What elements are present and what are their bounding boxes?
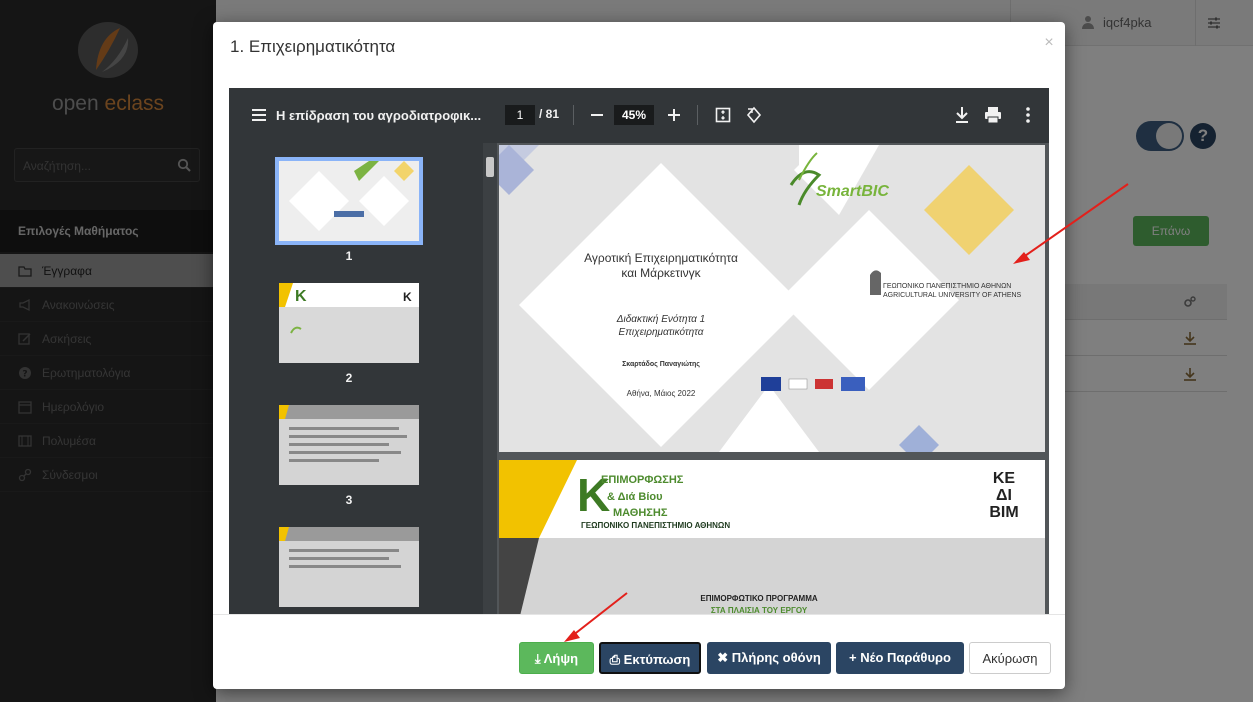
pdf-document-title: Η επίδραση του αγροδιατροφικ... [276,108,482,123]
program-title: ΕΠΙΜΟΡΦΩΤΙΚΟ ΠΡΟΓΡΑΜΜΑ [700,594,818,603]
cancel-button[interactable]: Ακύρωση [969,642,1051,674]
thumbnail-scrollbar[interactable] [483,143,497,614]
thumbnail-preview: K K [279,283,419,363]
zoom-level-input[interactable]: 45% [614,105,654,125]
slide-title: Αγροτική Επιχειρηματικότητα και Μάρκετιν… [551,251,771,281]
slide-title-line: και Μάρκετινγκ [621,266,701,280]
thumbnail-page-1[interactable] [275,157,423,245]
thumbnail-number: 2 [345,371,353,385]
cancel-button-label: Ακύρωση [982,651,1038,666]
slide-subtitle-line: Διδακτική Ενότητα 1 [616,314,706,325]
thumbnail-preview [279,161,419,241]
download-button-label: Λήψη [543,651,579,666]
university-name-english: AGRICULTURAL UNIVERSITY OF ATHENS [883,292,1022,299]
thumbnail-page-3[interactable] [279,405,419,485]
close-button[interactable]: × [1041,34,1057,52]
scrollbar-handle[interactable] [486,157,494,177]
print-button[interactable]: ⎙ Εκτύπωση [599,642,701,674]
plus-icon: + [848,650,857,665]
menu-icon[interactable] [251,107,267,123]
print-icon[interactable] [984,106,1002,124]
thumbnail-page-2[interactable]: K K [279,283,419,363]
thumbnail-page-4[interactable] [279,527,419,607]
rotate-icon[interactable] [745,106,763,124]
toolbar-divider [697,105,698,125]
pdf-page-2: Κ ΕΠΙΜΟΡΦΩΣΗΣ & Διά Βίου ΜΑΘΗΣΗΣ ΓΕΩΠΟΝΙ… [499,460,1045,614]
kedivim-line: ΕΠΙΜΟΡΦΩΣΗΣ [601,474,684,486]
page-number-input[interactable]: 1 [505,105,535,125]
kedivim-logo-line: ΚΕ [992,470,1016,487]
fullscreen-icon: ✖ [717,650,729,665]
zoom-out-icon[interactable] [590,106,604,124]
slide-author: Σκαρτάδος Παναγιώτης [622,361,700,368]
pdf-toolbar: Η επίδραση του αγροδιατροφικ... 1 / 81 4… [229,88,1049,143]
print-icon: ⎙ [609,652,621,667]
university-name-greek: ΓΕΩΠΟΝΙΚΟ ΠΑΝΕΠΙΣΤΗΜΙΟ ΑΘΗΝΩΝ [883,283,1012,290]
fit-page-icon[interactable] [715,107,731,123]
svg-text:K: K [403,290,412,304]
kedivim-line: ΜΑΘΗΣΗΣ [613,507,668,519]
kedivim-logo-line: ΒΙΜ [989,504,1019,521]
thumbnail-number: 1 [345,249,353,263]
fullscreen-button-label: Πλήρης οθόνη [731,650,821,665]
fullscreen-button[interactable]: ✖ Πλήρης οθόνη [707,642,831,674]
more-options-icon[interactable] [1025,106,1031,124]
kedivim-logo-line: ΔΙ [996,487,1012,504]
thumbnail-sidebar: 1 K K 2 3 [229,143,497,614]
smartbic-brand: SmartBIC [816,183,889,200]
new-window-button-label: Νέο Παράθυρο [860,650,951,665]
print-button-label: Εκτύπωση [623,652,691,667]
kedivim-logo: ΚΕ ΔΙ ΒΙΜ [987,470,1021,521]
svg-text:K: K [295,288,307,305]
kedivim-university: ΓΕΩΠΟΝΙΚΟ ΠΑΝΕΠΙΣΤΗΜΙΟ ΑΘΗΝΩΝ [581,521,731,530]
modal-footer: ⤓ Λήψη ⎙ Εκτύπωση ✖ Πλήρης οθόνη + Νέο Π… [213,614,1065,689]
page-total: / 81 [539,107,560,121]
thumbnail-number: 3 [345,493,353,507]
slide-title-line: Αγροτική Επιχειρηματικότητα [584,251,738,265]
slide-subtitle-line: Επιχειρηματικότητα [618,327,704,338]
pdf-pages-area[interactable]: SmartBIC Αγροτική Επιχειρηματικότητα και… [497,143,1049,614]
thumbnail-preview [279,527,419,607]
thumbnail-preview [279,405,419,485]
download-icon: ⤓ [534,651,541,666]
program-subtitle: ΣΤΑ ΠΛΑΙΣΙΑ ΤΟΥ ΕΡΓΟΥ [710,606,808,614]
download-icon[interactable] [954,106,970,124]
kedivim-line: & Διά Βίου [607,491,663,503]
pdf-page-1: SmartBIC Αγροτική Επιχειρηματικότητα και… [499,145,1045,452]
toolbar-divider [573,105,574,125]
slide-date: Αθήνα, Μάιος 2022 [626,389,696,398]
download-button[interactable]: ⤓ Λήψη [519,642,594,674]
modal-title: 1. Επιχειρηματικότητα [230,37,396,56]
new-window-button[interactable]: + Νέο Παράθυρο [836,642,964,674]
pdf-viewer: Η επίδραση του αγροδιατροφικ... 1 / 81 4… [229,88,1049,614]
document-preview-modal: 1. Επιχειρηματικότητα × Η επίδραση του α… [213,22,1065,689]
slide-subtitle: Διδακτική Ενότητα 1 Επιχειρηματικότητα [571,313,751,339]
zoom-in-icon[interactable] [666,106,682,124]
